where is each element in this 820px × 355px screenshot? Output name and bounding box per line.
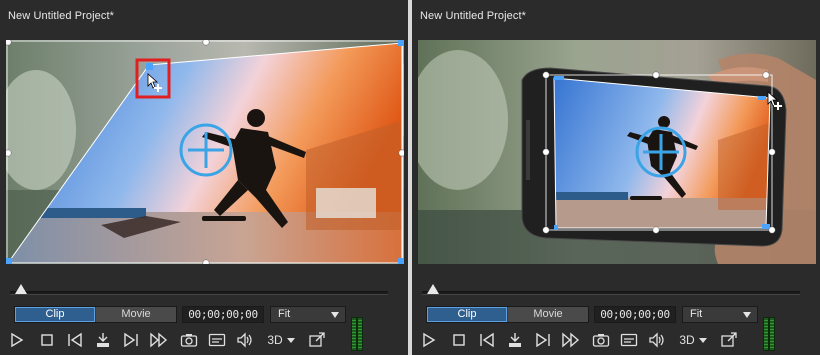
fast-forward-button[interactable]	[148, 330, 170, 350]
3d-mode-dropdown[interactable]: 3D	[264, 330, 298, 350]
audio-level-meter	[764, 318, 774, 350]
scrubber-thumb[interactable]	[427, 284, 439, 294]
anchor-point-icon[interactable]	[635, 126, 687, 178]
fit-value: Fit	[278, 308, 291, 320]
stop-icon	[453, 334, 465, 346]
undock-button[interactable]	[718, 330, 740, 350]
chevron-down-icon	[331, 312, 339, 318]
dropdown-icon	[286, 337, 295, 343]
split-icon	[97, 333, 109, 347]
3d-label: 3D	[267, 333, 283, 347]
timecode-field[interactable]: 00;00;00;00	[594, 306, 676, 323]
snapshot-button[interactable]	[178, 330, 200, 350]
next-frame-icon	[536, 332, 550, 348]
undock-button[interactable]	[306, 330, 328, 350]
volume-button[interactable]	[234, 330, 256, 350]
clip-tab[interactable]: Clip	[15, 307, 95, 322]
audio-level-meter	[352, 318, 362, 350]
preview-viewer[interactable]	[418, 40, 816, 264]
preview-panel-left: New Untitled Project* Clip Movie 00;00;0…	[0, 0, 408, 355]
undock-icon	[721, 332, 737, 347]
previous-frame-button[interactable]	[476, 330, 498, 350]
undock-icon	[309, 332, 325, 347]
preview-viewer[interactable]	[6, 40, 404, 264]
fit-dropdown[interactable]: Fit	[270, 306, 346, 323]
fast-forward-button[interactable]	[560, 330, 582, 350]
subtitle-icon	[208, 333, 226, 347]
movie-tab[interactable]: Movie	[96, 307, 176, 322]
play-icon	[423, 332, 436, 348]
play-button[interactable]	[418, 330, 440, 350]
volume-icon	[649, 332, 664, 348]
stop-icon	[41, 334, 53, 346]
chevron-down-icon	[743, 312, 751, 318]
subtitle-icon	[620, 333, 638, 347]
previous-frame-icon	[68, 332, 82, 348]
clip-tab[interactable]: Clip	[427, 307, 507, 322]
3d-mode-dropdown[interactable]: 3D	[676, 330, 710, 350]
next-frame-button[interactable]	[532, 330, 554, 350]
project-title: New Untitled Project*	[420, 10, 527, 22]
clip-movie-toggle: Clip Movie	[14, 306, 177, 323]
snapshot-button[interactable]	[590, 330, 612, 350]
dropdown-icon	[698, 337, 707, 343]
fast-forward-icon	[562, 332, 580, 348]
subtitle-button[interactable]	[206, 330, 228, 350]
play-icon	[11, 332, 24, 348]
volume-button[interactable]	[646, 330, 668, 350]
previous-frame-button[interactable]	[64, 330, 86, 350]
volume-icon	[237, 332, 252, 348]
split-button[interactable]	[92, 330, 114, 350]
stop-button[interactable]	[448, 330, 470, 350]
clip-movie-toggle: Clip Movie	[426, 306, 589, 323]
3d-label: 3D	[679, 333, 695, 347]
timeline-scrubber[interactable]	[10, 282, 388, 298]
timeline-scrubber[interactable]	[422, 282, 800, 298]
previous-frame-icon	[480, 332, 494, 348]
split-icon	[509, 333, 521, 347]
fit-value: Fit	[690, 308, 703, 320]
next-frame-icon	[124, 332, 138, 348]
movie-tab[interactable]: Movie	[508, 307, 588, 322]
anchor-point-icon[interactable]	[179, 123, 233, 177]
project-title: New Untitled Project*	[8, 10, 115, 22]
split-button[interactable]	[504, 330, 526, 350]
stop-button[interactable]	[36, 330, 58, 350]
fast-forward-icon	[150, 332, 168, 348]
timecode-field[interactable]: 00;00;00;00	[182, 306, 264, 323]
snapshot-icon	[592, 334, 610, 347]
snapshot-icon	[180, 334, 198, 347]
preview-panel-right: New Untitled Project* Clip Movie 00;00;0…	[412, 0, 820, 355]
next-frame-button[interactable]	[120, 330, 142, 350]
subtitle-button[interactable]	[618, 330, 640, 350]
fit-dropdown[interactable]: Fit	[682, 306, 758, 323]
scrubber-thumb[interactable]	[15, 284, 27, 294]
play-button[interactable]	[6, 330, 28, 350]
